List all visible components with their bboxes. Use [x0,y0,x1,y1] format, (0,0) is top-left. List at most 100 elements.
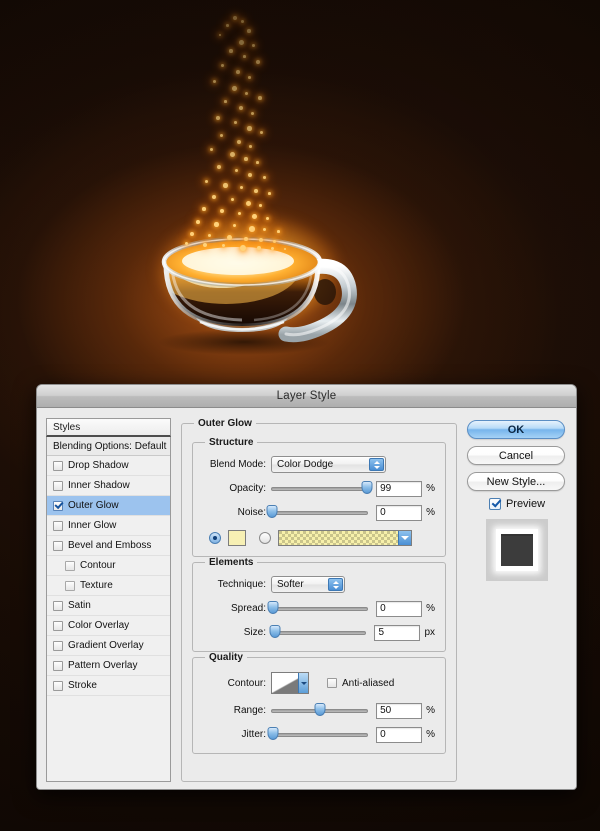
sidebar-item-gradient-overlay[interactable]: Gradient Overlay [47,636,170,656]
contour-label: Contour: [203,678,271,689]
spread-input[interactable]: 0 [376,601,422,617]
cancel-button[interactable]: Cancel [467,446,565,465]
spread-slider-knob[interactable] [267,601,278,614]
noise-unit: % [422,507,435,518]
sparkle-field [0,0,600,380]
size-slider[interactable] [271,626,366,639]
quality-group: Quality Contour: Anti-aliased Range: [192,652,446,754]
jitter-input[interactable]: 0 [376,727,422,743]
spark-particle [217,165,221,169]
sidebar-item-label: Drop Shadow [68,460,129,471]
spark-particle [263,176,266,179]
sidebar-item-outer-glow[interactable]: Outer Glow [47,496,170,516]
range-label: Range: [203,705,271,716]
sidebar-item-stroke[interactable]: Stroke [47,676,170,696]
spark-particle [252,214,257,219]
sidebar-item-label: Inner Shadow [68,480,130,491]
effect-checkbox[interactable] [53,641,63,651]
spread-slider-track [271,607,368,611]
sidebar-item-color-overlay[interactable]: Color Overlay [47,616,170,636]
spark-particle [249,226,255,232]
preview-checkbox[interactable] [489,498,501,510]
effect-checkbox[interactable] [53,661,63,671]
jitter-slider-knob[interactable] [267,727,278,740]
spark-particle [231,198,234,201]
technique-select[interactable]: Softer [271,576,345,593]
glow-color-swatch[interactable] [228,530,246,546]
noise-slider-track [271,511,368,515]
contour-preset-picker[interactable] [271,672,309,694]
style-preview-thumbnail [486,519,548,581]
sidebar-item-inner-glow[interactable]: Inner Glow [47,516,170,536]
effect-checkbox[interactable] [53,541,63,551]
gradient-preview[interactable] [278,530,412,546]
spark-particle [233,16,237,20]
styles-list[interactable]: Blending Options: Default Drop Shadow Inn… [46,437,171,782]
effect-checkbox[interactable] [53,621,63,631]
blend-mode-value: Color Dodge [277,459,333,470]
size-slider-knob[interactable] [269,625,280,638]
chevron-updown-icon[interactable] [369,458,384,471]
styles-panel-header[interactable]: Styles [46,418,171,437]
jitter-slider[interactable] [271,728,368,741]
dialog-titlebar[interactable]: Layer Style [37,385,576,408]
sidebar-item-pattern-overlay[interactable]: Pattern Overlay [47,656,170,676]
preview-label: Preview [506,498,545,510]
technique-value: Softer [277,579,304,590]
sidebar-item-inner-shadow[interactable]: Inner Shadow [47,476,170,496]
spark-particle [223,183,228,188]
spark-particle [210,148,213,151]
opacity-input[interactable]: 99 [376,481,422,497]
effect-checkbox[interactable] [53,601,63,611]
chevron-down-icon[interactable] [298,673,308,693]
spark-particle [256,60,260,64]
ok-button[interactable]: OK [467,420,565,439]
range-input[interactable]: 50 [376,703,422,719]
chevron-updown-icon[interactable] [328,578,343,591]
range-slider-knob[interactable] [314,703,325,716]
effect-checkbox[interactable] [65,581,75,591]
spark-particle [233,224,236,227]
sidebar-item-drop-shadow[interactable]: Drop Shadow [47,456,170,476]
effect-checkbox[interactable] [53,481,63,491]
spark-particle [220,209,224,213]
size-input[interactable]: 5 [374,625,420,641]
opacity-slider-track [271,487,368,491]
spark-particle [245,92,248,95]
spark-particle [260,131,263,134]
spark-particle [247,29,251,33]
sidebar-item-label: Texture [80,580,113,591]
sidebar-item-satin[interactable]: Satin [47,596,170,616]
sidebar-item-blending-options[interactable]: Blending Options: Default [47,437,170,456]
anti-aliased-checkbox[interactable] [327,678,337,688]
sidebar-item-texture[interactable]: Texture [47,576,170,596]
spark-particle [256,161,259,164]
sidebar-item-bevel-and-emboss[interactable]: Bevel and Emboss [47,536,170,556]
effect-checkbox[interactable] [53,521,63,531]
spark-particle [226,24,229,27]
noise-slider-knob[interactable] [266,505,277,518]
opacity-slider-knob[interactable] [362,481,373,494]
gradient-radio[interactable] [259,532,271,544]
anti-aliased-control[interactable]: Anti-aliased [327,678,394,689]
spark-particle [277,230,280,233]
opacity-slider[interactable] [271,482,368,495]
effect-checkbox[interactable] [65,561,75,571]
range-slider[interactable] [271,704,368,717]
noise-input[interactable]: 0 [376,505,422,521]
effect-checkbox[interactable] [53,461,63,471]
blend-mode-select[interactable]: Color Dodge [271,456,386,473]
new-style-button[interactable]: New Style... [467,472,565,491]
spread-slider[interactable] [271,602,368,615]
spark-particle [219,34,221,36]
solid-color-radio[interactable] [209,532,221,544]
spark-particle [239,40,244,45]
effect-checkbox[interactable] [53,501,63,511]
sidebar-item-contour[interactable]: Contour [47,556,170,576]
outer-glow-panel: Outer Glow Structure Blend Mode: Color D… [181,418,457,782]
preview-control[interactable]: Preview [467,498,567,510]
effect-checkbox[interactable] [53,681,63,691]
spark-particle [248,173,252,177]
noise-slider[interactable] [271,506,368,519]
chevron-down-icon[interactable] [398,531,411,545]
